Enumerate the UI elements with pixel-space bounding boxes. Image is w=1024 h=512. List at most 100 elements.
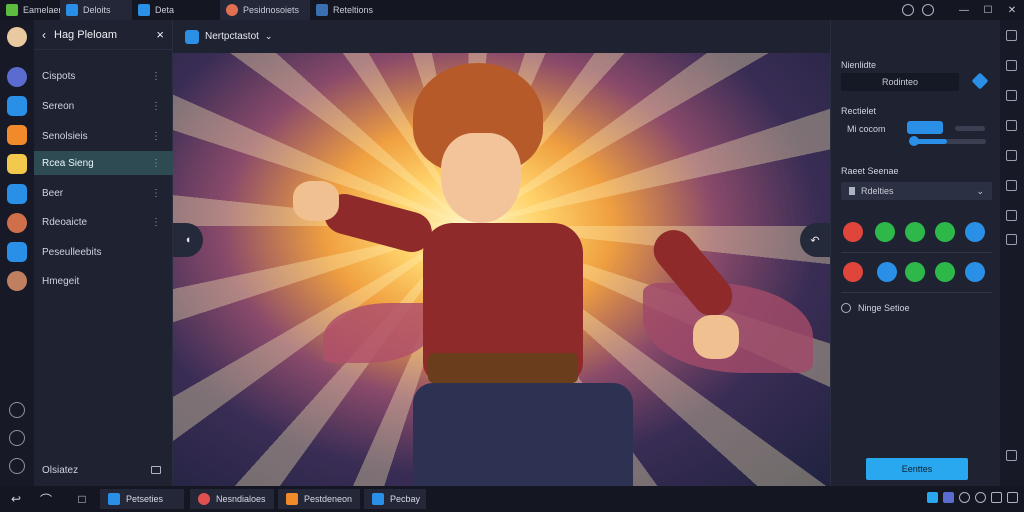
tool-icon[interactable] [1006, 90, 1017, 101]
face-icon[interactable] [7, 271, 27, 291]
power-icon[interactable] [9, 430, 25, 446]
sidebar-item-rdeoaicte[interactable]: Rdeoaicte ⋮ [34, 210, 173, 234]
sidebar-item-label: Cispots [42, 70, 76, 82]
blue-swatch[interactable] [965, 222, 985, 242]
tool-icon[interactable] [1006, 210, 1017, 221]
sidebar-item-peseulleebits[interactable]: Peseulleebits [34, 240, 173, 264]
left-icon-rail [0, 20, 34, 486]
slider-handle[interactable] [909, 136, 919, 146]
doc-icon[interactable] [7, 242, 27, 262]
blue-swatch[interactable] [965, 262, 985, 282]
tab-reteltions[interactable]: Reteltions [310, 0, 390, 20]
character-belt [428, 353, 578, 383]
tool-icon[interactable] [1006, 150, 1017, 161]
green-swatch[interactable] [905, 222, 925, 242]
name-field[interactable]: Rodinteo [841, 73, 959, 91]
primary-button[interactable]: Eenttes [866, 458, 968, 480]
minimize-button[interactable]: — [952, 5, 976, 16]
sidebar-item-senolsieis[interactable]: Senolsieis ⋮ [34, 124, 173, 148]
taskbar-app[interactable]: Pecbay [364, 489, 426, 509]
taskbar: ↩ ⌒ □ Petseties Nesndialoes Pestdeneon P… [0, 486, 1024, 512]
settings-icon[interactable] [922, 4, 934, 16]
preset-select[interactable]: Rdelties ⌄ [841, 182, 992, 200]
globe-icon[interactable] [7, 67, 27, 87]
main-header: Nertpctastot ⌄ [173, 20, 830, 53]
taskbar-app[interactable]: Pestdeneon [278, 489, 360, 509]
avatar-icon[interactable] [7, 27, 27, 47]
help-icon[interactable] [902, 4, 914, 16]
red-swatch[interactable] [843, 262, 863, 282]
more-icon[interactable]: ⋮ [151, 131, 161, 142]
diamond-icon[interactable] [971, 72, 989, 90]
box-icon[interactable] [7, 184, 27, 204]
taskbar-app[interactable]: Petseties [100, 489, 184, 509]
artwork-canvas[interactable] [173, 53, 830, 486]
maximize-button[interactable]: ☐ [976, 5, 1000, 16]
taskbar-app[interactable]: Nesndialoes [190, 489, 274, 509]
more-icon[interactable]: ⋮ [151, 158, 161, 169]
panel-icon[interactable] [151, 466, 161, 474]
tab-pesidnosoiets[interactable]: Pesidnosoiets [220, 0, 310, 20]
tray-icon[interactable] [943, 492, 954, 503]
chevron-down-icon[interactable]: ⌄ [265, 31, 273, 42]
main-header-label[interactable]: Nertpctastot [205, 31, 259, 42]
character-icon[interactable] [7, 213, 27, 233]
app-blue-icon [185, 29, 199, 44]
check-icon[interactable] [841, 303, 851, 313]
tray-icon[interactable] [959, 492, 970, 503]
slider-track[interactable] [955, 126, 985, 131]
close-icon[interactable]: × [156, 27, 164, 42]
character-legs [413, 383, 633, 486]
tool-icon[interactable] [1006, 234, 1017, 245]
blue-swatch[interactable] [877, 262, 897, 282]
tray-icon[interactable] [975, 492, 986, 503]
folder-icon[interactable] [7, 154, 27, 174]
tool-icon[interactable] [1006, 30, 1017, 41]
character-face [441, 133, 521, 223]
tray-icon[interactable] [991, 492, 1002, 503]
green-swatch[interactable] [935, 262, 955, 282]
sidebar-item-sereon[interactable]: Sereon ⋮ [34, 94, 173, 118]
green-swatch[interactable] [905, 262, 925, 282]
more-icon[interactable]: ⋮ [151, 71, 161, 82]
toggle-chip[interactable] [907, 121, 943, 134]
tab-deta[interactable]: Deta [132, 0, 220, 20]
tray-icon[interactable] [1007, 492, 1018, 503]
home-icon[interactable] [9, 402, 25, 418]
sidebar-item-label: Beer [42, 187, 64, 199]
tab-deloits[interactable]: Deloits [60, 0, 132, 20]
screen-icon[interactable] [7, 96, 27, 116]
location-icon[interactable] [9, 458, 25, 474]
tool-icon[interactable] [1006, 180, 1017, 191]
sidebar-item-cispots[interactable]: Cispots ⋮ [34, 64, 173, 88]
sidebar-footer[interactable]: Olsiatez [34, 458, 173, 482]
more-icon[interactable]: ⋮ [151, 188, 161, 199]
sidebar-item-rcea-sieng[interactable]: Rcea Sieng ⋮ [34, 151, 173, 175]
red-swatch[interactable] [843, 222, 863, 242]
tray-icon[interactable] [927, 492, 938, 503]
sidebar-item-hmegeit[interactable]: Hmegeit [34, 269, 173, 293]
tab-eamelaen[interactable]: Eamelaen [0, 0, 64, 20]
back-icon[interactable]: ↩ [4, 486, 28, 512]
chevron-down-icon: ⌄ [976, 185, 984, 196]
next-button[interactable]: ↶ [800, 223, 830, 257]
tool-icon[interactable] [1006, 60, 1017, 71]
tool-icon[interactable] [1006, 120, 1017, 131]
chart-icon[interactable] [7, 125, 27, 145]
sidebar-header: ‹ Hag Pleloam × [34, 20, 172, 50]
more-icon[interactable]: ⋮ [151, 101, 161, 112]
divider [841, 252, 992, 253]
green-swatch[interactable] [935, 222, 955, 242]
tool-icon[interactable] [1006, 450, 1017, 461]
option-toggle[interactable]: Ninge Setioe [841, 303, 910, 313]
sidebar-item-beer[interactable]: Beer ⋮ [34, 181, 173, 205]
green-swatch[interactable] [875, 222, 895, 242]
sidebar-title: Hag Pleloam [54, 28, 117, 41]
back-arrow-icon[interactable]: ‹ [42, 28, 46, 42]
app-blue-icon [108, 493, 120, 505]
more-icon[interactable]: ⋮ [151, 217, 161, 228]
recents-icon[interactable]: □ [70, 486, 94, 512]
home-icon[interactable]: ⌒ [34, 486, 58, 512]
panel-label: Raeet Seenae [841, 166, 899, 176]
close-button[interactable]: ✕ [1000, 5, 1024, 16]
